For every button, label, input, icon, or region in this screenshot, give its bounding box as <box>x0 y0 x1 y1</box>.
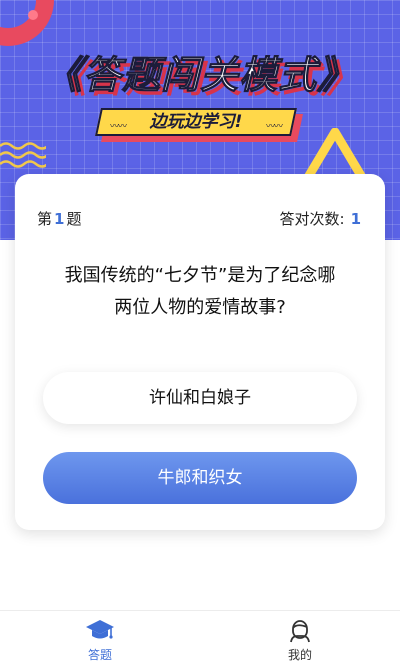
user-icon <box>290 620 310 643</box>
question-number: 1 <box>54 210 65 228</box>
decor-ring-shape <box>0 0 54 46</box>
correct-count-label: 答对次数: <box>279 210 345 228</box>
tab-profile[interactable]: 我的 <box>200 611 400 666</box>
bottom-tab-bar: 答题 我的 <box>0 610 400 666</box>
tab-profile-label: 我的 <box>287 648 312 662</box>
correct-count-value: 1 <box>350 210 361 228</box>
tab-quiz[interactable]: 答题 <box>0 611 200 666</box>
subtitle-text: 边玩边学习! <box>149 112 243 132</box>
graduation-cap-icon <box>86 620 114 639</box>
answer-option-2-selected[interactable]: 牛郎和织女 <box>43 452 357 504</box>
question-line-1: 我国传统的“七夕节”是为了纪念哪 <box>64 265 336 286</box>
hero-title-text: 《答题闯关模式》 <box>43 53 356 98</box>
decor-dot-shape <box>28 10 38 20</box>
answer-option-1[interactable]: 许仙和白娘子 <box>43 372 357 424</box>
question-text: 我国传统的“七夕节”是为了纪念哪 两位人物的爱情故事? <box>39 260 361 324</box>
question-prefix: 第 <box>37 210 53 228</box>
question-suffix: 题 <box>66 210 82 228</box>
question-line-2: 两位人物的爱情故事? <box>114 297 286 318</box>
correct-count: 答对次数: 1 <box>280 208 364 229</box>
hero-title: 《答题闯关模式》 《答题闯关模式》 <box>0 44 400 114</box>
question-index: 第1题 <box>37 208 81 229</box>
quiz-card: 第1题 答对次数: 1 我国传统的“七夕节”是为了纪念哪 两位人物的爱情故事? 许… <box>15 174 385 530</box>
tab-quiz-label: 答题 <box>87 648 112 662</box>
decor-wave-shape <box>0 142 46 168</box>
